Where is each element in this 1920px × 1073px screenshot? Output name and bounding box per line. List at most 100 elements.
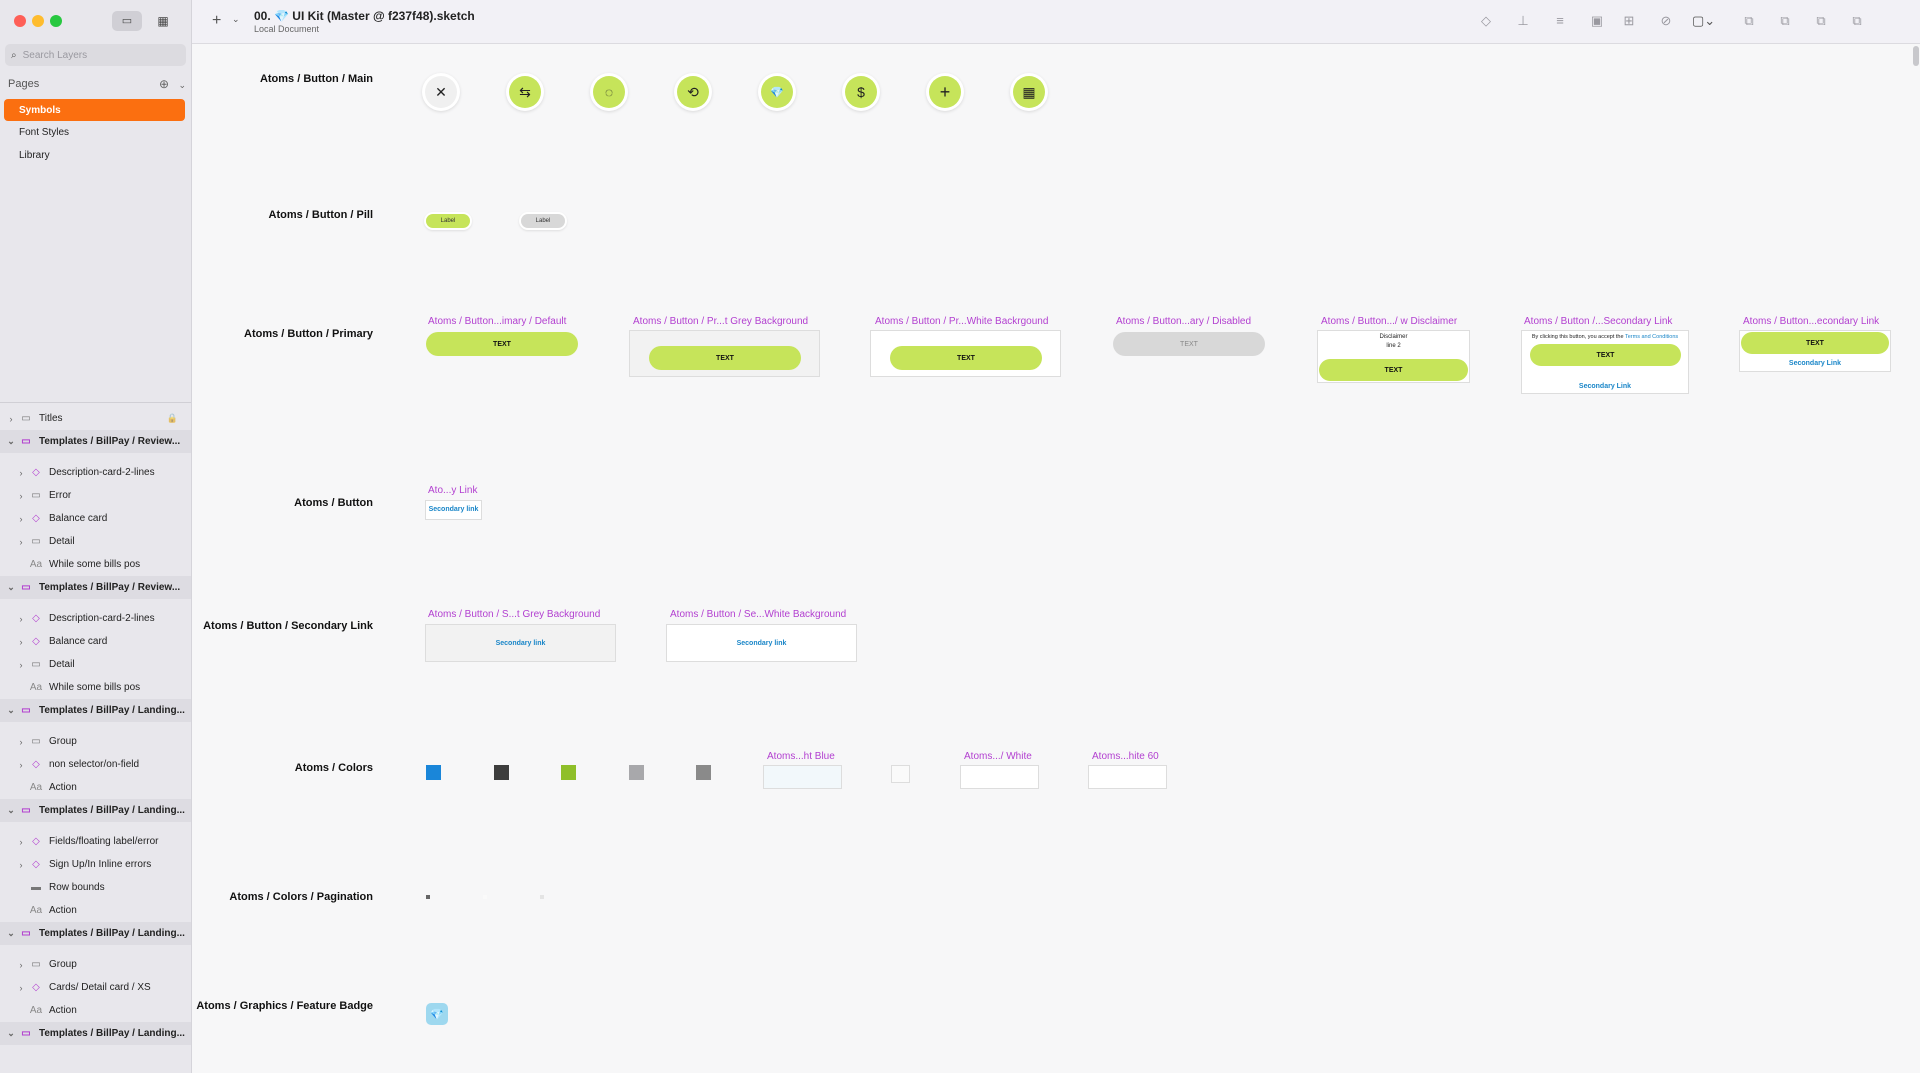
chevron-down-icon[interactable]: ⌄ [178,80,186,90]
primary-disabled-button[interactable]: TEXT [1113,332,1265,356]
layer-item[interactable]: › ▭ Detail [0,653,191,676]
canvas-scrollbar[interactable] [1912,44,1920,1073]
layer-item[interactable]: › ◇ Balance card [0,630,191,653]
chevron-down-icon[interactable]: ⌄ [6,805,16,816]
insert-icon[interactable]: + [212,12,221,30]
terms-link[interactable]: Terms and Conditions [1625,334,1678,340]
layer-item[interactable]: › ◇ Cards/ Detail card / XS [0,976,191,999]
components-view-icon[interactable]: ▦ [152,11,174,31]
primary-default-button[interactable]: TEXT [426,332,578,356]
align-icon[interactable]: ⊥ [1514,12,1532,30]
canvas[interactable]: Atoms / Button / Main Atoms / Button / P… [192,44,1920,1073]
secondary-link[interactable]: Secondary Link [1740,360,1890,367]
search-input[interactable]: ⌕ Search Layers [5,44,186,66]
color-light-blue-frame[interactable] [764,766,841,788]
scrollbar-thumb[interactable] [1913,46,1919,66]
loading-button-symbol[interactable]: ◌ [593,76,625,108]
layer-item[interactable]: Aa Action [0,999,191,1022]
layer-item[interactable]: › ▭ Error [0,484,191,507]
distribute-icon[interactable]: ≡ [1551,12,1569,30]
resize-icon[interactable]: ▢⌄ [1692,12,1715,30]
color-white-frame[interactable] [961,766,1038,788]
chevron-right-icon[interactable]: › [16,637,26,647]
color-white-60-frame[interactable] [1089,766,1166,788]
secondary-link[interactable]: Secondary Link [1522,383,1688,390]
diamond-button-symbol[interactable]: 💎 [761,76,793,108]
layer-item[interactable]: ▬ Row bounds [0,876,191,899]
add-page-icon[interactable]: ⊕ [159,77,169,91]
layer-item[interactable]: Aa While some bills pos [0,553,191,576]
secondary-link[interactable]: Secondary link [667,640,856,647]
layers-view-icon[interactable]: ▭ [112,11,142,31]
chevron-right-icon[interactable]: › [16,491,26,501]
swap-button-symbol[interactable]: ⇆ [509,76,541,108]
chevron-right-icon[interactable]: › [16,614,26,624]
color-swatch-light-grey[interactable] [629,765,644,780]
layer-group[interactable]: ⌄ ▭ Templates / BillPay / Landing... [0,1022,191,1045]
color-swatch-green[interactable] [561,765,576,780]
pill-green[interactable]: Label [426,214,470,228]
color-swatch-grey[interactable] [696,765,711,780]
lock-icon[interactable]: 🔒 [167,413,178,424]
pill-grey[interactable]: Label [521,214,565,228]
page-item-font-styles[interactable]: Font Styles [4,121,185,143]
pagination-dot-active[interactable] [426,895,430,899]
frame-icon[interactable]: ▣ [1588,12,1606,30]
layer-item[interactable]: Aa While some bills pos [0,676,191,699]
subtract-icon[interactable]: ⧉ [1776,12,1794,30]
layer-group[interactable]: ⌄ ▭ Templates / BillPay / Review... [0,430,191,453]
minimize-window-button[interactable] [32,15,44,27]
insert-chevron-icon[interactable]: ⌄ [232,14,240,25]
chevron-right-icon[interactable]: › [16,537,26,547]
page-item-symbols[interactable]: Symbols [4,99,185,121]
intersect-icon[interactable]: ⧉ [1812,12,1830,30]
chevron-down-icon[interactable]: ⌄ [6,928,16,939]
chevron-down-icon[interactable]: ⌄ [6,1028,16,1039]
layer-item[interactable]: › ◇ Description-card-2-lines [0,461,191,484]
pagination-dot[interactable] [483,895,487,899]
layer-item[interactable]: › ◇ Balance card [0,507,191,530]
layer-item[interactable]: › ◇ Description-card-2-lines [0,607,191,630]
slash-icon[interactable]: ⊘ [1657,12,1675,30]
chevron-right-icon[interactable]: › [16,983,26,993]
layer-item[interactable]: › ▭ Titles 🔒 [0,407,191,430]
chevron-right-icon[interactable]: › [6,414,16,424]
color-swatch-dark[interactable] [494,765,509,780]
page-item-library[interactable]: Library [4,144,185,166]
chevron-right-icon[interactable]: › [16,468,26,478]
layer-item[interactable]: Aa Action [0,776,191,799]
pagination-dot[interactable] [540,895,544,899]
chevron-right-icon[interactable]: › [16,760,26,770]
primary-secondary-button[interactable]: TEXT [1741,332,1889,354]
primary-terms-button[interactable]: TEXT [1530,344,1681,366]
chevron-right-icon[interactable]: › [16,960,26,970]
primary-grey-bg-button[interactable]: TEXT [649,346,801,370]
symbol-icon[interactable]: ◇ [1477,12,1495,30]
crop-icon[interactable]: ⊞ [1620,12,1638,30]
layer-item[interactable]: › ▭ Group [0,730,191,753]
primary-white-bg-button[interactable]: TEXT [890,346,1042,370]
chevron-right-icon[interactable]: › [16,737,26,747]
union-icon[interactable]: ⧉ [1740,12,1758,30]
secondary-link[interactable]: Secondary link [426,506,481,513]
chevron-right-icon[interactable]: › [16,514,26,524]
layer-group[interactable]: ⌄ ▭ Templates / BillPay / Landing... [0,699,191,722]
chevron-right-icon[interactable]: › [16,660,26,670]
layer-item[interactable]: › ◇ non selector/on-field [0,753,191,776]
chevron-down-icon[interactable]: ⌄ [6,705,16,716]
feature-badge[interactable]: 💎 [426,1003,448,1025]
refresh-button-symbol[interactable]: ⟲ [677,76,709,108]
zoom-window-button[interactable] [50,15,62,27]
layer-group[interactable]: ⌄ ▭ Templates / BillPay / Review... [0,576,191,599]
close-button-symbol[interactable]: ✕ [425,76,457,108]
layer-item[interactable]: › ▭ Group [0,953,191,976]
chevron-right-icon[interactable]: › [16,860,26,870]
barcode-button-symbol[interactable]: ▦ [1013,76,1045,108]
layer-item[interactable]: › ◇ Fields/floating label/error [0,830,191,853]
layer-item[interactable]: › ▭ Detail [0,530,191,553]
layer-item[interactable]: › ◇ Sign Up/In Inline errors [0,853,191,876]
color-swatch-blue[interactable] [426,765,441,780]
layer-item[interactable]: Aa Action [0,899,191,922]
close-window-button[interactable] [14,15,26,27]
secondary-link[interactable]: Secondary link [426,640,615,647]
